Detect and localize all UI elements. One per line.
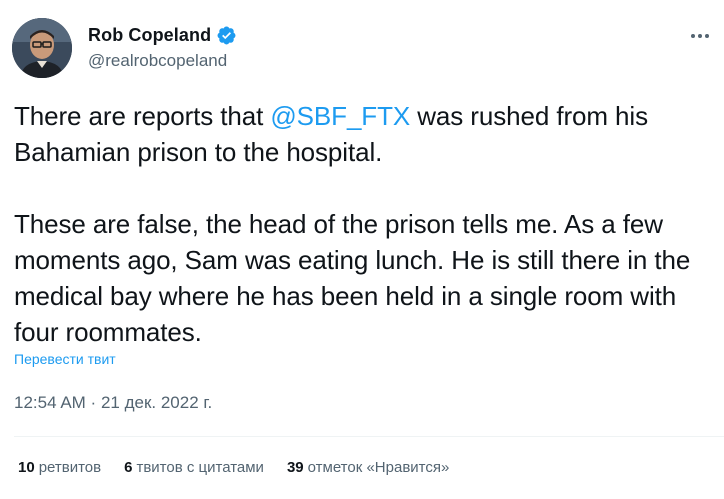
author-block: Rob Copeland @realrobcopeland bbox=[88, 22, 237, 71]
tweet-paragraph-2: These are false, the head of the prison … bbox=[14, 209, 691, 347]
tweet: Rob Copeland @realrobcopeland There are … bbox=[0, 0, 724, 499]
divider bbox=[14, 436, 724, 437]
verified-badge-icon bbox=[216, 25, 237, 46]
quotes-label: твитов с цитатами bbox=[136, 459, 264, 476]
quotes-count: 6 bbox=[124, 459, 133, 476]
translate-tweet-link[interactable]: Перевести твит bbox=[14, 351, 116, 367]
retweets-stat[interactable]: 10 ретвитов bbox=[18, 459, 101, 476]
likes-stat[interactable]: 39 отметок «Нравится» bbox=[287, 459, 449, 476]
avatar-image bbox=[12, 18, 72, 78]
name-row: Rob Copeland bbox=[88, 22, 237, 48]
more-horizontal-icon bbox=[691, 34, 695, 38]
likes-count: 39 bbox=[286, 459, 304, 476]
tweet-paragraph-1: There are reports that @SBF_FTX was rush… bbox=[14, 98, 714, 170]
mention-link[interactable]: @SBF_FTX bbox=[270, 101, 410, 131]
retweets-count: 10 bbox=[18, 459, 35, 476]
more-dot bbox=[698, 34, 702, 38]
author-display-name[interactable]: Rob Copeland bbox=[88, 25, 211, 46]
author-handle[interactable]: @realrobcopeland bbox=[88, 51, 237, 71]
tweet-timestamp: 12:54 AM · 21 дек. 2022 г. bbox=[14, 393, 212, 413]
tweet-text-before-mention: There are reports that bbox=[14, 101, 271, 131]
tweet-stats: 10 ретвитов 6 твитов с цитатами 39 отметок … bbox=[18, 459, 472, 476]
timestamp-separator: · bbox=[85, 393, 101, 412]
more-dot bbox=[705, 34, 709, 38]
tweet-time[interactable]: 12:54 AM bbox=[14, 393, 86, 412]
retweets-label: ретвитов bbox=[38, 459, 102, 476]
tweet-date[interactable]: 21 дек. 2022 г. bbox=[101, 393, 212, 412]
quotes-stat[interactable]: 6 твитов с цитатами bbox=[124, 459, 264, 476]
likes-label: отметок «Нравится» bbox=[307, 459, 450, 476]
tweet-text: There are reports that @SBF_FTX was rush… bbox=[14, 98, 714, 350]
avatar[interactable] bbox=[12, 18, 72, 78]
more-options-button[interactable] bbox=[684, 20, 716, 52]
